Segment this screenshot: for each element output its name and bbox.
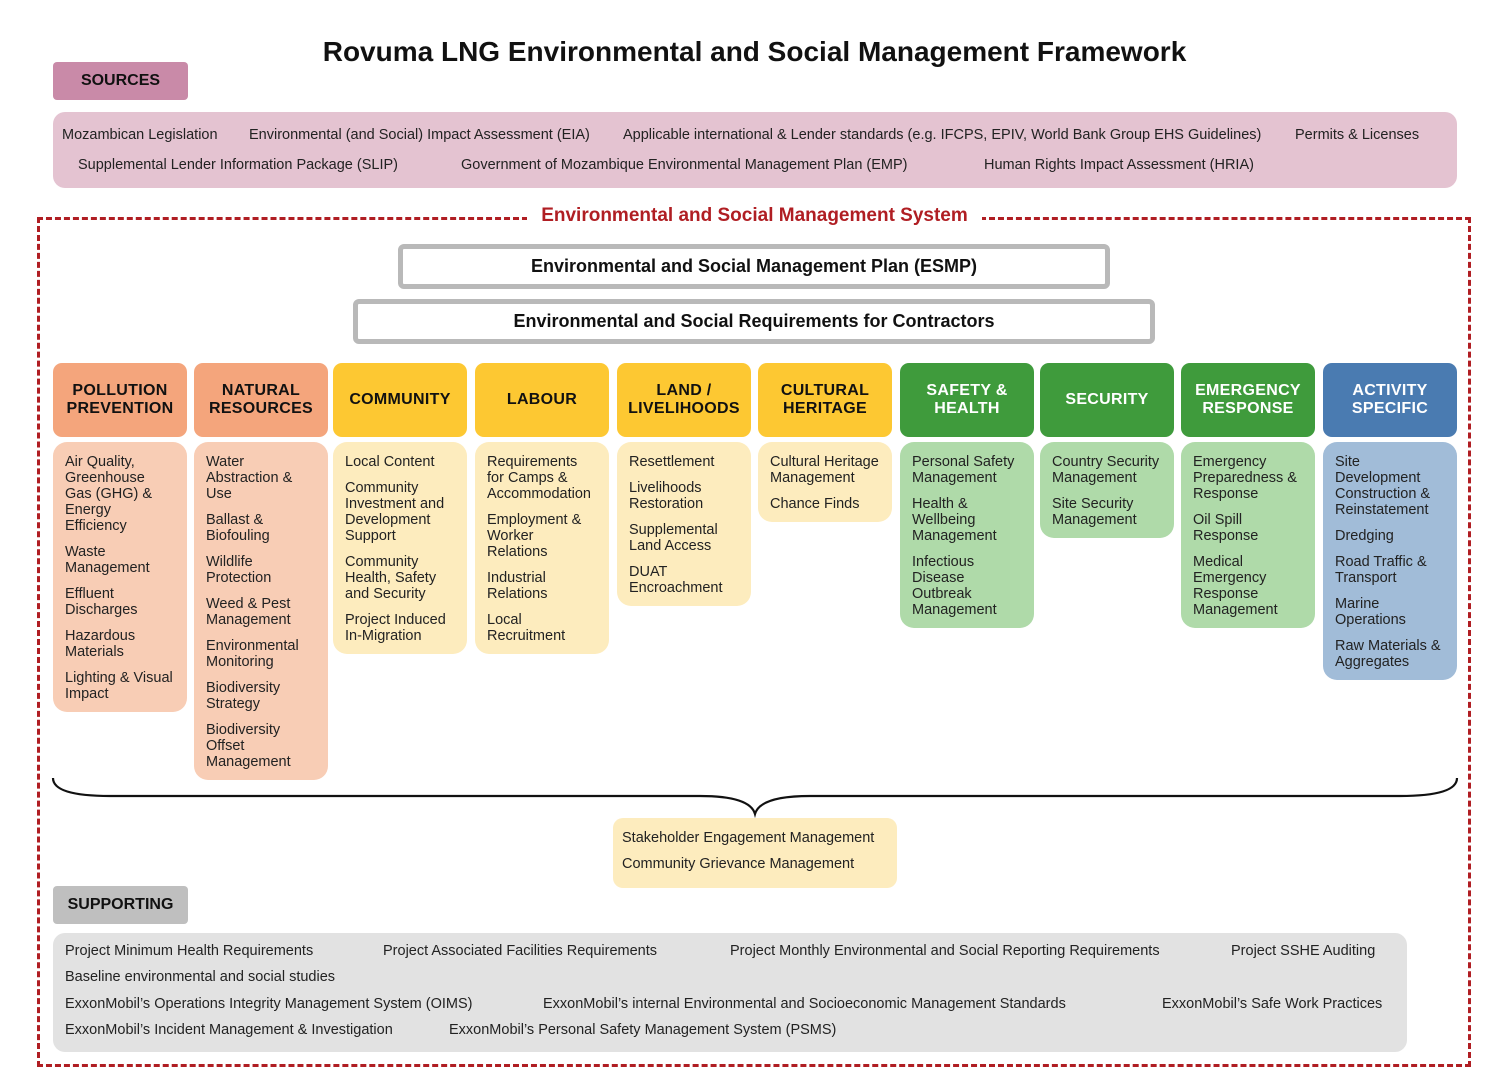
category-item: Biodiversity Offset Management <box>206 722 291 770</box>
supporting-item: Baseline environmental and social studie… <box>65 969 336 985</box>
category-item: Waste Management <box>65 544 150 576</box>
category-item: Effluent Discharges <box>65 586 138 618</box>
brace-path <box>51 777 1459 819</box>
category-item: Emergency Preparedness & Response <box>1193 454 1297 502</box>
category-header: SAFETY & HEALTH <box>900 363 1034 437</box>
category-header: LAND / LIVELIHOODS <box>617 363 751 437</box>
category-item: Community Investment and Development Sup… <box>345 480 445 544</box>
stakeholder-box: Stakeholder Engagement Management Commun… <box>613 818 897 888</box>
source-item: Human Rights Impact Assessment (HRIA) <box>984 157 1254 173</box>
supporting-item: Project Minimum Health Requirements <box>65 943 314 959</box>
source-item: Applicable international & Lender standa… <box>623 127 1262 143</box>
page-title: Rovuma LNG Environmental and Social Mana… <box>322 36 1187 67</box>
category-items: Water Abstraction & Use Ballast & Biofoul… <box>194 442 328 780</box>
source-item: Permits & Licenses <box>1295 127 1420 143</box>
category-header: EMERGENCY RESPONSE <box>1181 363 1315 437</box>
category-item: DUAT Encroachment <box>629 564 723 596</box>
ems-title-text: Environmental and Social Management Syst… <box>527 205 982 226</box>
supporting-item: ExxonMobil’s Operations Integrity Manage… <box>65 996 473 1012</box>
esmp-box: Environmental and Social Management Plan… <box>398 244 1110 289</box>
category-items: Air Quality, Greenhouse Gas (GHG) & Ener… <box>53 442 187 712</box>
category-item: Air Quality, Greenhouse Gas (GHG) & Ener… <box>65 454 153 534</box>
category-item: Personal Safety Management <box>912 454 1015 486</box>
category-header: ACTIVITY SPECIFIC <box>1323 363 1457 437</box>
category-item: Health & Wellbeing Management <box>912 496 997 544</box>
category-item: Local Recruitment <box>487 612 566 644</box>
supporting-item: Project Associated Facilities Requiremen… <box>383 943 658 959</box>
category-item: Livelihoods Restoration <box>629 480 704 512</box>
category-header: SECURITY <box>1040 363 1174 437</box>
category-items: Personal Safety Management Health & Wellb… <box>900 442 1034 628</box>
category-item: Resettlement <box>629 454 715 470</box>
sources-panel: Mozambican Legislation Environmental (an… <box>53 112 1457 188</box>
category-item: Marine Operations <box>1335 596 1406 628</box>
stakeholder-item: Stakeholder Engagement Management <box>622 830 875 846</box>
category-item: Industrial Relations <box>487 570 548 602</box>
supporting-item: ExxonMobil’s Safe Work Practices <box>1162 996 1383 1012</box>
contractors-requirements-box: Environmental and Social Requirements fo… <box>353 299 1155 344</box>
category-item: Wildlife Protection <box>206 554 272 586</box>
category-items: Resettlement Livelihoods Restoration Suppl… <box>617 442 751 606</box>
category-items: Cultural Heritage Management Chance Finds <box>758 442 892 522</box>
grouping-brace <box>51 777 1459 819</box>
category-item: Supplemental Land Access <box>629 522 718 554</box>
supporting-item: Project SSHE Auditing <box>1231 943 1376 959</box>
category-item: Site Development Construction & Reinstat… <box>1335 454 1431 518</box>
category-item: Lighting & Visual Impact <box>65 670 173 702</box>
category-item: Infectious Disease Outbreak Management <box>912 554 997 618</box>
category-item: Local Content <box>345 454 435 470</box>
stakeholder-item: Community Grievance Management <box>622 856 855 872</box>
category-item: Road Traffic & Transport <box>1335 554 1427 586</box>
source-item: Mozambican Legislation <box>62 127 218 143</box>
category-items: Requirements for Camps & Accommodation Em… <box>475 442 609 654</box>
category-item: Dredging <box>1335 528 1394 544</box>
category-header: CULTURAL HERITAGE <box>758 363 892 437</box>
source-item: Government of Mozambique Environmental M… <box>461 157 908 173</box>
category-item: Medical Emergency Response Management <box>1193 554 1278 618</box>
category-header: POLLUTION PREVENTION <box>53 363 187 437</box>
category-item: Weed & Pest Management <box>206 596 291 628</box>
category-item: Raw Materials & Aggregates <box>1335 638 1441 670</box>
category-item: Project Induced In-Migration <box>345 612 446 644</box>
category-item: Community Health, Safety and Security <box>345 554 437 602</box>
category-header: COMMUNITY <box>333 363 467 437</box>
supporting-item: ExxonMobil’s Personal Safety Management … <box>449 1022 837 1038</box>
category-item: Oil Spill Response <box>1193 512 1259 544</box>
category-item: Biodiversity Strategy <box>206 680 281 712</box>
category-item: Cultural Heritage Management <box>770 454 879 486</box>
supporting-item: ExxonMobil’s internal Environmental and … <box>543 996 1066 1012</box>
category-item: Requirements for Camps & Accommodation <box>487 454 591 502</box>
category-item: Employment & Worker Relations <box>487 512 582 560</box>
supporting-tag: SUPPORTING <box>53 886 188 924</box>
category-items: Emergency Preparedness & Response Oil Spi… <box>1181 442 1315 628</box>
supporting-panel: Project Minimum Health Requirements Proj… <box>53 933 1407 1052</box>
source-item: Environmental (and Social) Impact Assess… <box>249 127 590 143</box>
ems-title: Environmental and Social Management Syst… <box>0 205 1509 227</box>
category-item: Water Abstraction & Use <box>206 454 293 502</box>
category-item: Ballast & Biofouling <box>206 512 270 544</box>
supporting-item: Project Monthly Environmental and Social… <box>730 943 1160 959</box>
category-item: Environmental Monitoring <box>206 638 299 670</box>
category-item: Hazardous Materials <box>65 628 136 660</box>
category-items: Country Security Management Site Security… <box>1040 442 1174 538</box>
category-items: Site Development Construction & Reinstat… <box>1323 442 1457 680</box>
category-item: Chance Finds <box>770 496 860 512</box>
supporting-item: ExxonMobil’s Incident Management & Inves… <box>65 1022 393 1038</box>
category-header: LABOUR <box>475 363 609 437</box>
source-item: Supplemental Lender Information Package … <box>78 157 398 173</box>
sources-tag: SOURCES <box>53 62 188 100</box>
category-header: NATURAL RESOURCES <box>194 363 328 437</box>
category-items: Local Content Community Investment and De… <box>333 442 467 654</box>
category-item: Country Security Management <box>1052 454 1160 486</box>
category-item: Site Security Management <box>1052 496 1137 528</box>
